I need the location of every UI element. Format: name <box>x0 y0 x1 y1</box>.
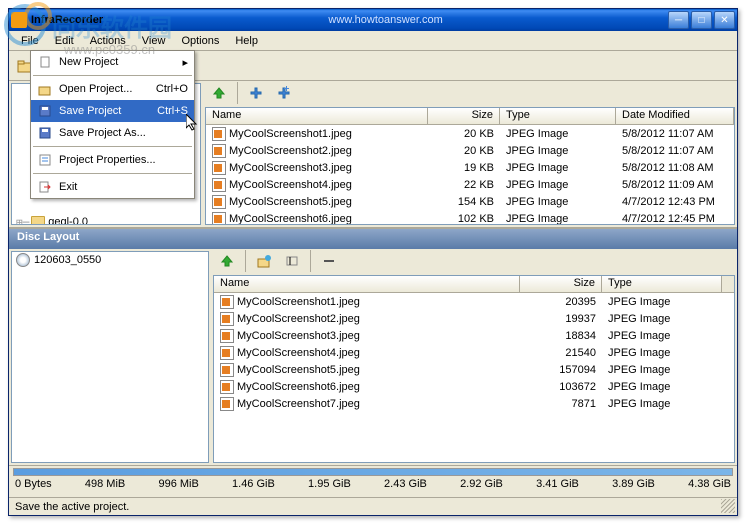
maximize-button[interactable]: □ <box>691 11 712 29</box>
menu-separator <box>33 75 192 76</box>
up-arrow-icon[interactable] <box>215 249 239 273</box>
project-root[interactable]: 120603_0550 <box>12 252 208 268</box>
menu-separator <box>33 173 192 174</box>
ruler-tick: 2.43 GiB <box>384 478 427 490</box>
project-file-list[interactable]: NameSizeType MyCoolScreenshot1.jpeg20395… <box>213 275 735 463</box>
props-icon <box>37 152 53 168</box>
add-all-icon[interactable] <box>272 81 296 105</box>
table-row[interactable]: MyCoolScreenshot7.jpeg7871JPEG Image <box>214 395 734 412</box>
file-icon <box>220 312 234 326</box>
menu-item-open-project-[interactable]: Open Project...Ctrl+O <box>31 78 194 100</box>
table-row[interactable]: MyCoolScreenshot3.jpeg19 KBJPEG Image5/8… <box>206 159 734 176</box>
up-arrow-icon[interactable] <box>207 81 231 105</box>
folder-icon <box>31 216 45 225</box>
table-row[interactable]: MyCoolScreenshot3.jpeg18834JPEG Image <box>214 327 734 344</box>
menubar: File Edit Actions View Options Help <box>9 31 737 51</box>
project-toolbar <box>211 249 737 273</box>
ruler-tick: 1.46 GiB <box>232 478 275 490</box>
app-title: InfraRecorder <box>31 14 103 26</box>
ruler-tick: 1.95 GiB <box>308 478 351 490</box>
table-row[interactable]: MyCoolScreenshot5.jpeg157094JPEG Image <box>214 361 734 378</box>
menu-separator <box>33 146 192 147</box>
column-header[interactable]: Name <box>206 108 428 124</box>
open-icon <box>37 81 53 97</box>
column-header[interactable]: Type <box>500 108 616 124</box>
file-icon <box>212 161 226 175</box>
menu-item-exit[interactable]: Exit <box>31 176 194 198</box>
file-icon <box>220 329 234 343</box>
submenu-arrow-icon: ▸ <box>182 56 188 69</box>
column-header[interactable]: Name <box>214 276 520 292</box>
menu-item-project-properties-[interactable]: Project Properties... <box>31 149 194 171</box>
menu-item-new-project[interactable]: New Project▸ <box>31 51 194 73</box>
minimize-button[interactable]: ─ <box>668 11 689 29</box>
resize-grip[interactable] <box>721 499 735 513</box>
file-icon <box>220 295 234 309</box>
disc-space-ruler: 0 Bytes 498 MiB 996 MiB 1.46 GiB 1.95 GiB 2.4… <box>9 465 737 497</box>
table-row[interactable]: MyCoolScreenshot5.jpeg154 KBJPEG Image4/… <box>206 193 734 210</box>
ruler-tick: 2.92 GiB <box>460 478 503 490</box>
table-row[interactable]: MyCoolScreenshot6.jpeg102 KBJPEG Image4/… <box>206 210 734 224</box>
ruler-tick: 996 MiB <box>158 478 198 490</box>
file-icon <box>212 178 226 192</box>
ruler-tick: 498 MiB <box>85 478 125 490</box>
ruler-tick: 3.41 GiB <box>536 478 579 490</box>
file-icon <box>212 195 226 209</box>
table-row[interactable]: MyCoolScreenshot1.jpeg20 KBJPEG Image5/8… <box>206 125 734 142</box>
save-icon <box>37 103 53 119</box>
exit-icon <box>37 179 53 195</box>
table-row[interactable]: MyCoolScreenshot2.jpeg19937JPEG Image <box>214 310 734 327</box>
disc-icon <box>16 253 30 267</box>
project-tree[interactable]: 120603_0550 <box>11 251 209 463</box>
list-header: NameSizeTypeDate Modified <box>206 108 734 125</box>
menu-item-save-project[interactable]: Save ProjectCtrl+S <box>31 100 194 122</box>
statusbar: Save the active project. <box>9 497 737 515</box>
file-icon <box>212 127 226 141</box>
menu-help[interactable]: Help <box>227 33 266 49</box>
explorer-toolbar <box>203 81 737 105</box>
close-button[interactable]: ✕ <box>714 11 735 29</box>
column-header[interactable]: Size <box>520 276 602 292</box>
file-icon <box>220 397 234 411</box>
new-folder-icon[interactable] <box>252 249 276 273</box>
status-text: Save the active project. <box>15 501 129 513</box>
table-row[interactable]: MyCoolScreenshot1.jpeg20395JPEG Image <box>214 293 734 310</box>
column-header[interactable]: Date Modified <box>616 108 734 124</box>
table-row[interactable]: MyCoolScreenshot2.jpeg20 KBJPEG Image5/8… <box>206 142 734 159</box>
new-icon <box>37 54 53 70</box>
explorer-file-list[interactable]: NameSizeTypeDate Modified MyCoolScreensh… <box>205 107 735 225</box>
ruler-tick: 3.89 GiB <box>612 478 655 490</box>
saveas-icon <box>37 125 53 141</box>
column-header[interactable]: Size <box>428 108 500 124</box>
menu-edit[interactable]: Edit <box>47 33 82 49</box>
list-header: NameSizeType <box>214 276 734 293</box>
file-menu-dropdown: New Project▸Open Project...Ctrl+OSave Pr… <box>30 50 195 199</box>
file-icon <box>212 212 226 225</box>
tree-item[interactable]: ⊞─gegl-0.0 <box>12 214 200 225</box>
column-header[interactable]: Type <box>602 276 722 292</box>
titlebar-url: www.howtoanswer.com <box>328 14 442 26</box>
app-icon <box>11 12 27 28</box>
ruler-tick: 4.38 GiB <box>688 478 731 490</box>
menu-actions[interactable]: Actions <box>82 33 134 49</box>
menu-options[interactable]: Options <box>173 33 227 49</box>
file-icon <box>220 346 234 360</box>
titlebar[interactable]: InfraRecorder www.howtoanswer.com ─ □ ✕ <box>9 9 737 31</box>
file-icon <box>220 380 234 394</box>
rename-icon[interactable] <box>280 249 304 273</box>
file-icon <box>212 144 226 158</box>
table-row[interactable]: MyCoolScreenshot6.jpeg103672JPEG Image <box>214 378 734 395</box>
menu-view[interactable]: View <box>134 33 174 49</box>
add-icon[interactable] <box>244 81 268 105</box>
disc-layout-header: Disc Layout <box>9 229 737 249</box>
table-row[interactable]: MyCoolScreenshot4.jpeg21540JPEG Image <box>214 344 734 361</box>
menu-file[interactable]: File <box>13 33 47 49</box>
file-icon <box>220 363 234 377</box>
remove-icon[interactable] <box>317 249 341 273</box>
table-row[interactable]: MyCoolScreenshot4.jpeg22 KBJPEG Image5/8… <box>206 176 734 193</box>
menu-item-save-project-as-[interactable]: Save Project As... <box>31 122 194 144</box>
ruler-tick: 0 Bytes <box>15 478 52 490</box>
